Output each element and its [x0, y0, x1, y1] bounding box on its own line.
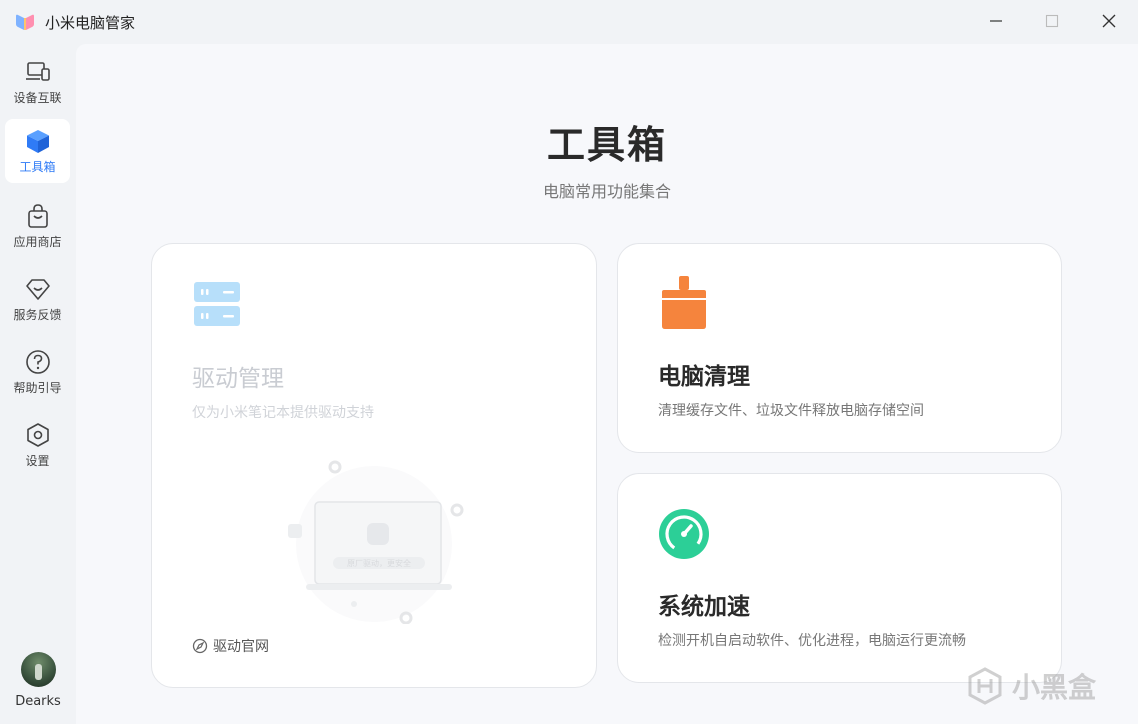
compass-link-icon [192, 638, 208, 654]
watermark-text: 小黑盒 [1012, 671, 1097, 704]
system-speedup-card[interactable]: 系统加速 检测开机自启动软件、优化进程，电脑运行更流畅 [617, 473, 1062, 683]
sidebar-item-feedback[interactable]: 服务反馈 [5, 267, 70, 331]
watermark: 小黑盒 [966, 664, 1116, 708]
question-icon [24, 348, 52, 376]
driver-illustration: 原厂驱动，更安全 [282, 454, 467, 624]
maximize-icon [1045, 14, 1059, 28]
driver-management-card[interactable]: 驱动管理 仅为小米笔记本提供驱动支持 原厂驱动，更安全 驱动官网 [151, 243, 597, 688]
sidebar-item-help[interactable]: 帮助引导 [5, 340, 70, 404]
card-description: 检测开机自启动软件、优化进程，电脑运行更流畅 [658, 633, 966, 649]
card-description: 仅为小米笔记本提供驱动支持 [192, 405, 374, 421]
sidebar-item-label: 工具箱 [19, 160, 56, 174]
sidebar-item-label: 帮助引导 [13, 381, 62, 395]
close-icon [1102, 14, 1116, 28]
page-title: 工具箱 [546, 123, 667, 167]
card-title: 电脑清理 [658, 364, 750, 390]
devices-icon [24, 58, 52, 86]
sidebar: 设备互联 工具箱 应用商店 服务反馈 帮助引导 设置 Dearks [0, 44, 76, 724]
sidebar-item-toolbox[interactable]: 工具箱 [5, 119, 70, 183]
close-button[interactable] [1095, 8, 1123, 34]
sidebar-item-label: 设置 [25, 454, 50, 468]
settings-hexagon-icon [24, 421, 52, 449]
sidebar-item-label: 服务反馈 [13, 308, 62, 322]
user-profile[interactable]: Dearks [0, 652, 76, 709]
broom-icon [662, 276, 706, 329]
app-logo-icon [16, 14, 34, 30]
watermark-logo-icon [968, 667, 1002, 705]
card-title: 驱动管理 [192, 366, 284, 392]
sidebar-item-label: 应用商店 [13, 235, 62, 249]
shopping-bag-icon [24, 202, 52, 230]
card-title: 系统加速 [658, 594, 750, 620]
driver-website-link[interactable]: 驱动官网 [192, 636, 269, 656]
card-description: 清理缓存文件、垃圾文件释放电脑存储空间 [658, 403, 924, 419]
server-icon [194, 282, 240, 326]
main-panel: 工具箱 电脑常用功能集合 驱动管理 仅为小米笔记本提供驱动支持 原厂驱动，更安全… [76, 44, 1138, 724]
sidebar-item-settings[interactable]: 设置 [5, 413, 70, 477]
avatar[interactable] [20, 652, 56, 687]
minimize-icon [990, 20, 1002, 22]
title-bar: 小米电脑管家 [0, 0, 1138, 44]
sidebar-item-label: 设备互联 [13, 91, 62, 105]
speedometer-icon [659, 509, 709, 559]
app-title: 小米电脑管家 [45, 14, 136, 32]
pc-clean-card[interactable]: 电脑清理 清理缓存文件、垃圾文件释放电脑存储空间 [617, 243, 1062, 453]
driver-website-label: 驱动官网 [213, 639, 269, 655]
username: Dearks [15, 694, 61, 709]
diamond-heart-icon [24, 275, 52, 303]
cube-icon [24, 127, 52, 155]
sidebar-item-devices[interactable]: 设备互联 [5, 50, 70, 114]
maximize-button[interactable] [1038, 8, 1066, 34]
minimize-button[interactable] [982, 8, 1010, 34]
driver-illustration-tagline: 原厂驱动，更安全 [347, 559, 411, 568]
sidebar-item-app-store[interactable]: 应用商店 [5, 194, 70, 258]
page-subtitle: 电脑常用功能集合 [542, 182, 671, 201]
